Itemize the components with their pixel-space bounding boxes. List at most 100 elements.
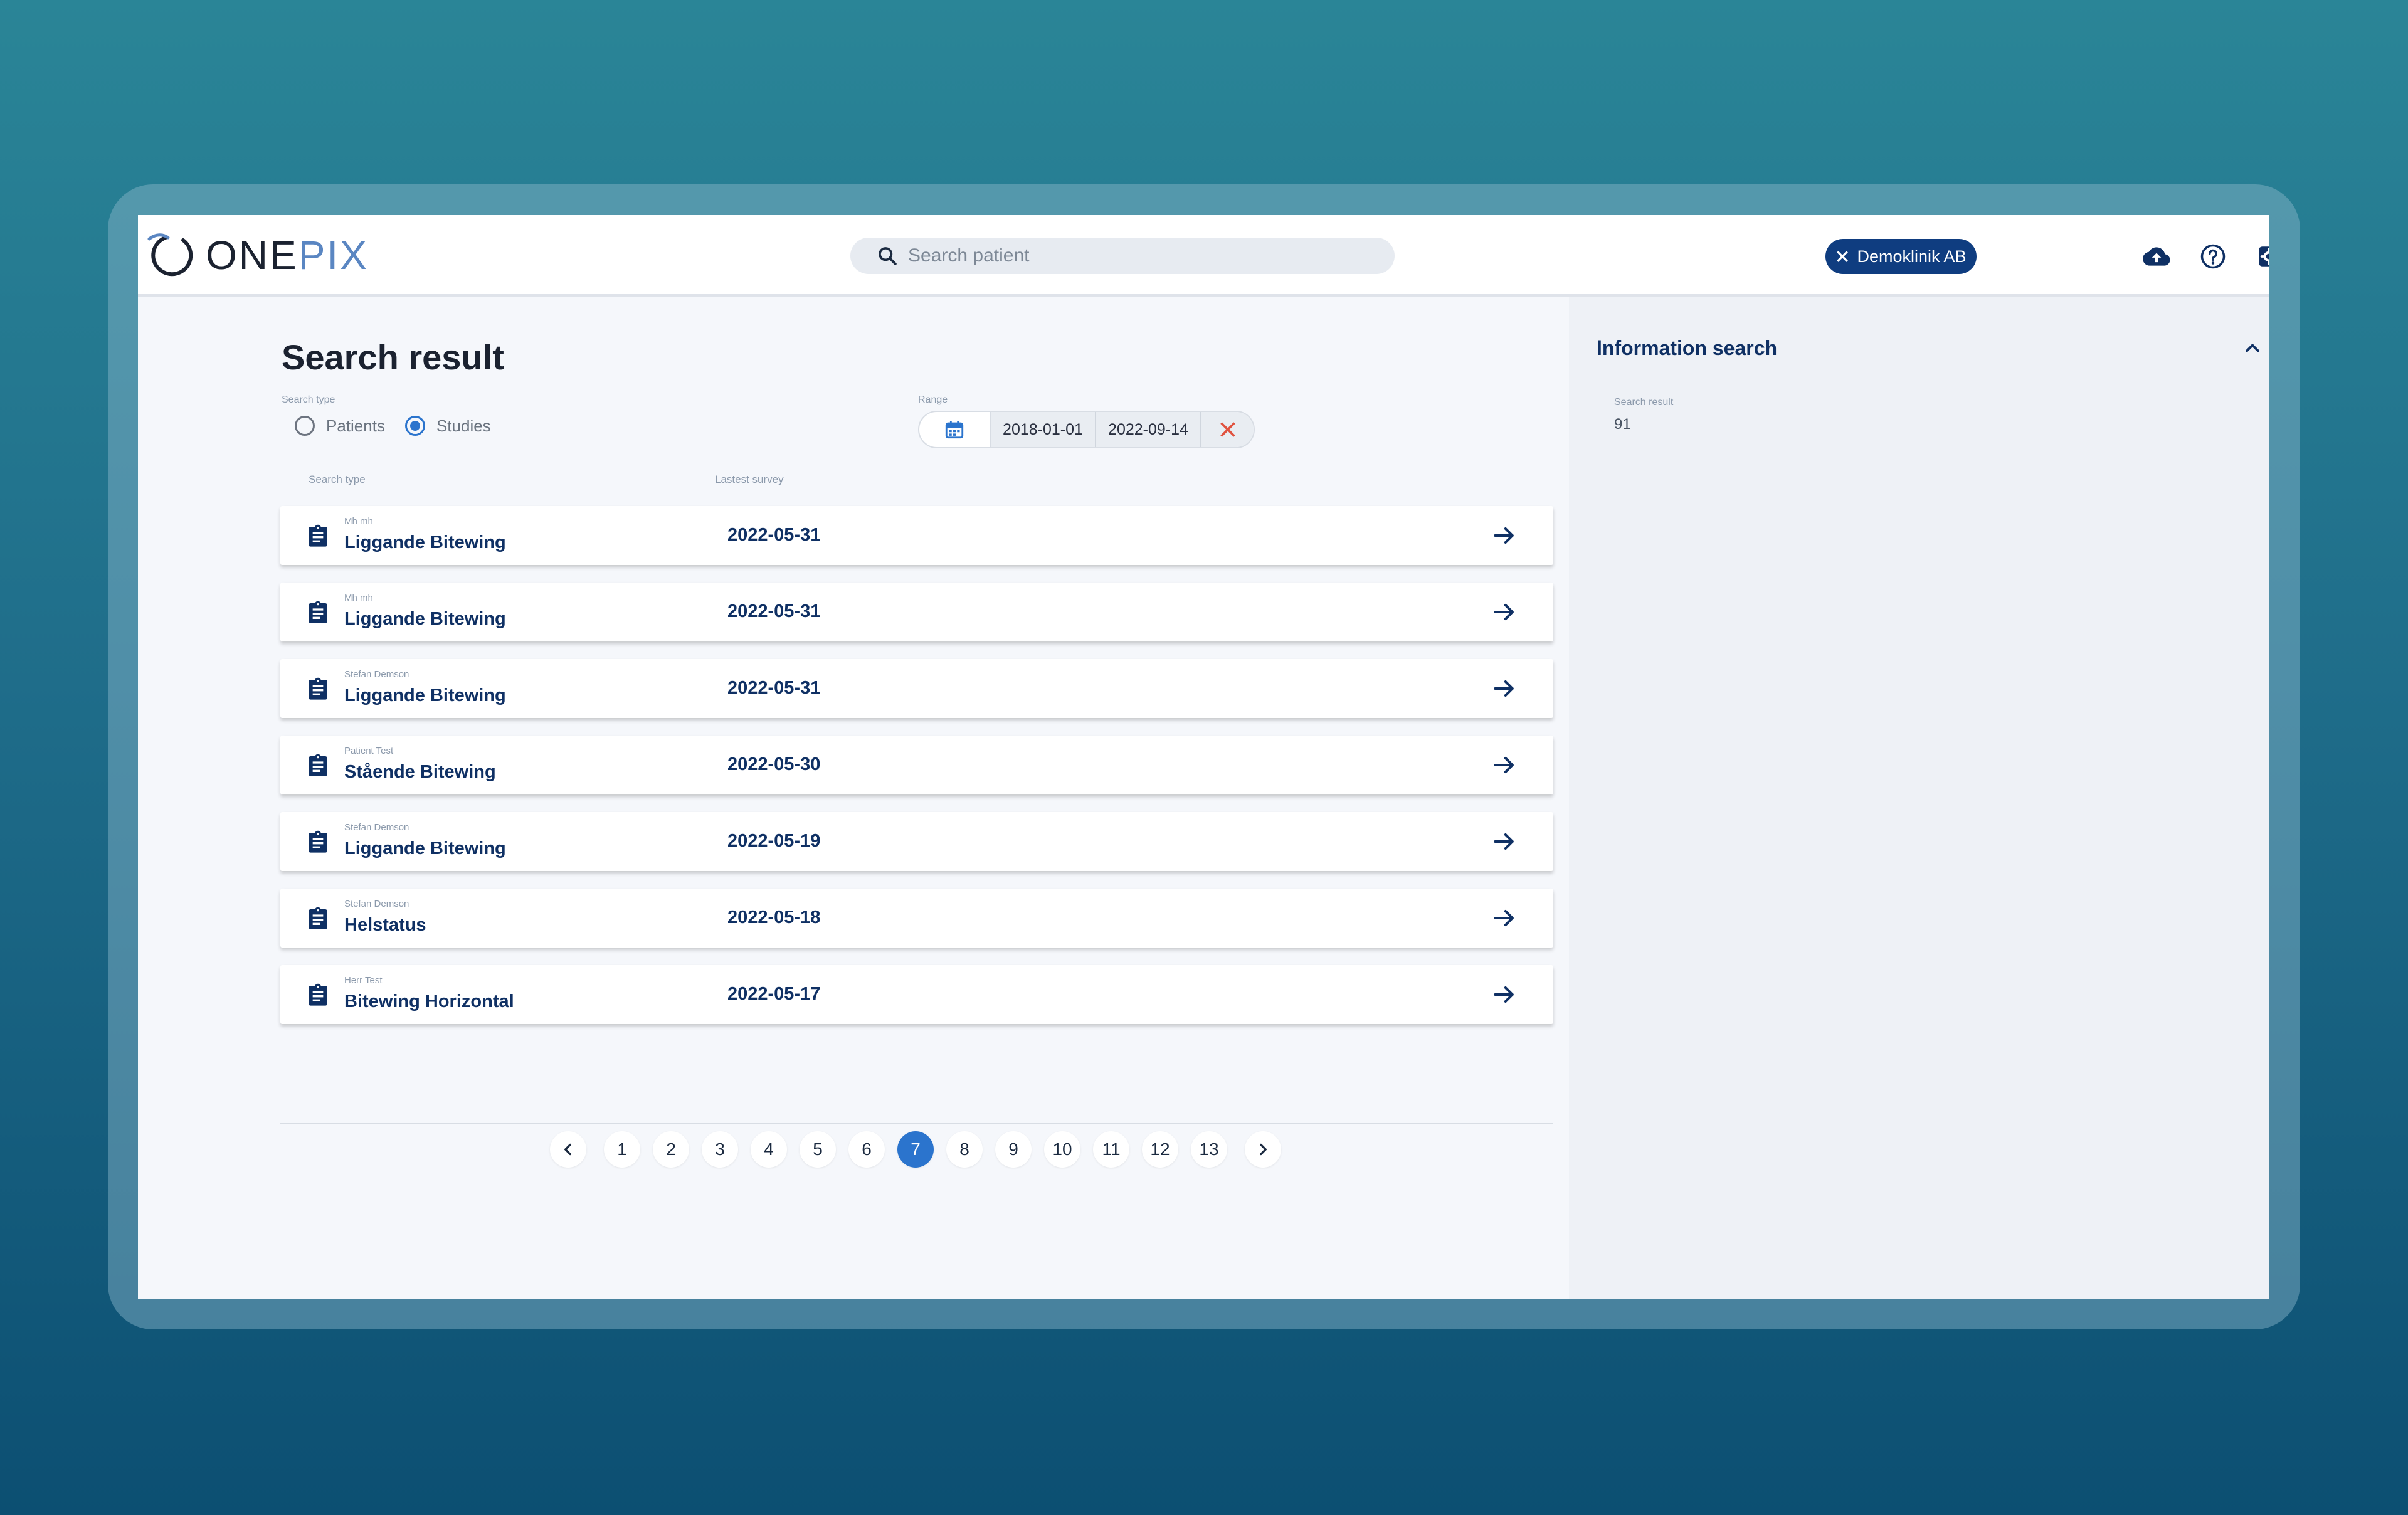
page-button-9[interactable]: 9 [995, 1131, 1032, 1168]
arrow-right-icon[interactable] [1491, 751, 1518, 779]
search-type-label: Search type [282, 394, 335, 405]
help-icon[interactable] [2199, 242, 2227, 271]
settings-icon[interactable] [2254, 242, 2269, 271]
logo-text: ONEPIX [206, 230, 369, 280]
row-date: 2022-05-30 [727, 754, 821, 774]
clipboard-icon [309, 983, 327, 1006]
row-patient: Herr Test [344, 975, 383, 986]
information-panel: Information search Search result 91 [1569, 297, 2269, 1299]
table-row[interactable]: Mh mh Liggande Bitewing 2022-05-31 [280, 506, 1553, 565]
page-button-12[interactable]: 12 [1142, 1131, 1178, 1168]
app-window: ONEPIX Demoklinik AB [138, 215, 2269, 1299]
row-title: Helstatus [344, 915, 426, 935]
page-title: Search result [282, 337, 504, 377]
arrow-right-icon[interactable] [1491, 981, 1518, 1008]
radio-patients-circle[interactable] [295, 416, 315, 436]
arrow-right-icon[interactable] [1491, 522, 1518, 549]
row-patient: Mh mh [344, 516, 373, 527]
result-list: Mh mh Liggande Bitewing 2022-05-31 Mh mh… [280, 506, 1553, 1042]
search-type-radio-group: Patients Studies [295, 416, 511, 436]
row-date: 2022-05-31 [727, 601, 821, 621]
row-patient: Mh mh [344, 593, 373, 603]
range-label: Range [918, 394, 948, 405]
search-result-label: Search result [1614, 397, 1674, 408]
chevron-up-icon[interactable] [2241, 337, 2264, 359]
date-range-picker: 2018-01-01 2022-09-14 [918, 411, 1255, 448]
chevron-right-icon [1260, 1143, 1267, 1156]
page-button-5[interactable]: 5 [800, 1131, 836, 1168]
clinic-chip[interactable]: Demoklinik AB [1825, 239, 1977, 274]
row-title: Liggande Bitewing [344, 609, 506, 629]
table-row[interactable]: Stefan Demson Helstatus 2022-05-18 [280, 889, 1553, 948]
row-patient: Patient Test [344, 746, 394, 756]
main-content: Search result Search type Patients Studi… [138, 297, 1569, 1299]
page-button-10[interactable]: 10 [1044, 1131, 1080, 1168]
calendar-button[interactable] [919, 412, 991, 447]
row-title: Liggande Bitewing [344, 838, 506, 858]
range-to-date[interactable]: 2022-09-14 [1096, 412, 1201, 447]
top-bar: ONEPIX Demoklinik AB [138, 215, 2269, 297]
prev-page-button[interactable] [550, 1131, 586, 1168]
logo-mark-icon [147, 233, 193, 277]
radio-studies-label: Studies [436, 416, 491, 435]
table-row[interactable]: Mh mh Liggande Bitewing 2022-05-31 [280, 583, 1553, 641]
clipboard-icon [309, 907, 327, 929]
search-icon [879, 247, 897, 265]
row-date: 2022-05-19 [727, 831, 821, 851]
logo-one: ONE [206, 233, 298, 278]
radio-studies-circle[interactable] [404, 416, 425, 436]
clinic-chip-label: Demoklinik AB [1857, 246, 1967, 266]
arrow-right-icon[interactable] [1491, 904, 1518, 932]
row-date: 2022-05-31 [727, 678, 821, 698]
radio-patients[interactable]: Patients [295, 416, 385, 436]
clipboard-icon [309, 524, 327, 547]
table-row[interactable]: Patient Test Stående Bitewing 2022-05-30 [280, 736, 1553, 794]
page-button-8[interactable]: 8 [946, 1131, 983, 1168]
clear-range-button[interactable] [1201, 412, 1254, 447]
row-title: Liggande Bitewing [344, 685, 506, 705]
clipboard-icon [309, 677, 327, 700]
row-patient: Stefan Demson [344, 822, 409, 833]
column-header-latest: Lastest survey [715, 473, 784, 485]
information-panel-title: Information search [1597, 337, 1778, 359]
row-title: Liggande Bitewing [344, 532, 506, 552]
column-header-type: Search type [309, 473, 366, 485]
list-divider [280, 1123, 1553, 1124]
table-row[interactable]: Stefan Demson Liggande Bitewing 2022-05-… [280, 812, 1553, 871]
row-title: Stående Bitewing [344, 762, 496, 782]
page-button-1[interactable]: 1 [604, 1131, 640, 1168]
table-row[interactable]: Stefan Demson Liggande Bitewing 2022-05-… [280, 659, 1553, 718]
row-patient: Stefan Demson [344, 669, 409, 680]
page-button-3[interactable]: 3 [702, 1131, 738, 1168]
row-date: 2022-05-31 [727, 525, 821, 545]
close-icon [1220, 422, 1235, 437]
radio-studies[interactable]: Studies [404, 416, 491, 436]
page-button-2[interactable]: 2 [653, 1131, 689, 1168]
table-row[interactable]: Herr Test Bitewing Horizontal 2022-05-17 [280, 965, 1553, 1024]
logo[interactable]: ONEPIX [147, 230, 369, 280]
clipboard-icon [309, 830, 327, 853]
arrow-right-icon[interactable] [1491, 675, 1518, 702]
search-result-count: 91 [1614, 416, 1631, 433]
row-title: Bitewing Horizontal [344, 991, 514, 1011]
cloud-upload-icon[interactable] [2142, 242, 2171, 271]
pagination: 1 2 3 4 5 6 7 8 9 10 11 12 13 [138, 1131, 1569, 1170]
range-from-date[interactable]: 2018-01-01 [991, 412, 1096, 447]
row-date: 2022-05-18 [727, 907, 821, 927]
page-button-7[interactable]: 7 [897, 1131, 934, 1168]
logo-pix: PIX [298, 233, 369, 278]
arrow-right-icon[interactable] [1491, 828, 1518, 855]
row-patient: Stefan Demson [344, 899, 409, 909]
calendar-icon [945, 421, 964, 439]
close-icon[interactable] [1835, 250, 1849, 263]
arrow-right-icon[interactable] [1491, 598, 1518, 626]
patient-search[interactable] [850, 238, 1395, 274]
page-button-4[interactable]: 4 [751, 1131, 787, 1168]
page-button-6[interactable]: 6 [848, 1131, 885, 1168]
next-page-button[interactable] [1245, 1131, 1281, 1168]
page-button-11[interactable]: 11 [1093, 1131, 1129, 1168]
page-button-13[interactable]: 13 [1191, 1131, 1227, 1168]
radio-patients-label: Patients [326, 416, 385, 435]
search-input[interactable] [907, 245, 1373, 267]
clipboard-icon [309, 601, 327, 623]
